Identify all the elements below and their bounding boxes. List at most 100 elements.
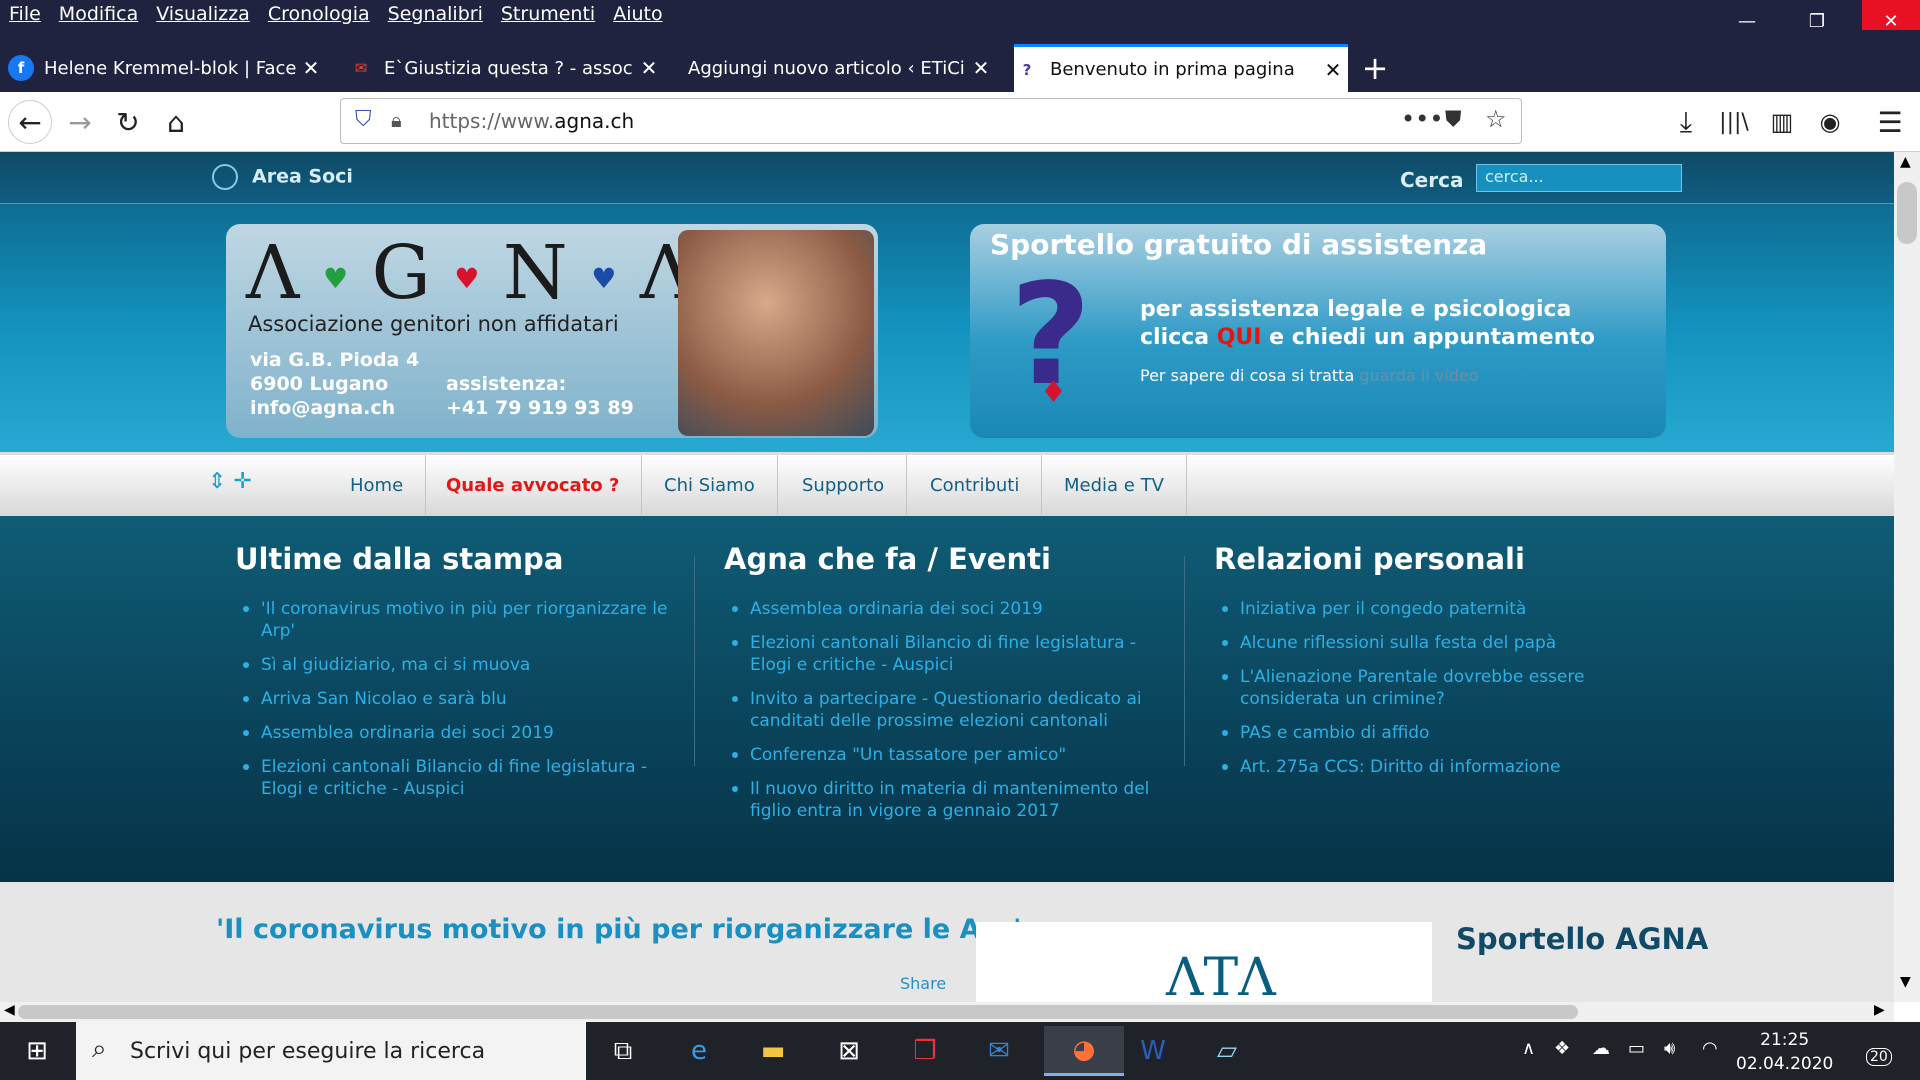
list-item[interactable]: Elezioni cantonali Bilancio di fine legi…	[243, 756, 681, 800]
close-tab-icon[interactable]: ✕	[634, 56, 664, 80]
featured-section: 'Il coronavirus motivo in più per riorga…	[0, 882, 1894, 1002]
logo-subtitle: Associazione genitori non affidatari	[248, 312, 619, 336]
sidebar-button[interactable]: ▥	[1760, 100, 1804, 144]
url-bar[interactable]: ⛉ 🔒︎ https://www.agna.ch ••• ⛊ ☆	[340, 98, 1522, 144]
clock[interactable]: 21:25 02.04.2020	[1736, 1028, 1833, 1076]
tab-agna[interactable]: ? Benvenuto in prima pagina ✕	[1014, 44, 1348, 92]
list-item[interactable]: Conferenza "Un tassatore per amico"	[732, 744, 1170, 766]
tab-facebook[interactable]: f Helene Kremmel-blok | Facebook ✕	[8, 44, 326, 92]
library-button[interactable]: |||\	[1712, 100, 1756, 144]
list-item[interactable]: Art. 275a CCS: Diritto di informazione	[1222, 756, 1660, 778]
scroll-left-icon[interactable]: ◀	[4, 1002, 15, 1018]
dropbox-icon[interactable]: ❖	[1554, 1038, 1570, 1059]
forward-button[interactable]: →	[58, 100, 102, 144]
menu-modifica[interactable]: Modifica	[59, 3, 138, 25]
list-item[interactable]: 'Il coronavirus motivo in più per riorga…	[243, 598, 681, 642]
volume-icon[interactable]: 🔊︎	[1664, 1038, 1675, 1059]
word-button[interactable]: W	[1126, 1026, 1180, 1076]
scroll-down-icon[interactable]: ▼	[1900, 974, 1911, 990]
home-button[interactable]: ⌂	[154, 100, 198, 144]
site-navigation: ⇕ ✛ Home Quale avvocato ? Chi Siamo Supp…	[0, 452, 1894, 516]
list-item[interactable]: Invito a partecipare - Questionario dedi…	[732, 688, 1170, 732]
account-button[interactable]: ◉	[1808, 100, 1852, 144]
menu-aiuto[interactable]: Aiuto	[613, 3, 662, 25]
menu-strumenti[interactable]: Strumenti	[501, 3, 595, 25]
agna-logo-fragment: ΛΤΛ	[1166, 948, 1276, 1002]
taskbar-search[interactable]: ⌕ Scrivi qui per eseguire la ricerca	[76, 1022, 586, 1080]
close-tab-icon[interactable]: ✕	[296, 56, 326, 80]
horizontal-scrollbar[interactable]: ◀ ▶	[0, 1002, 1894, 1022]
nav-media-tv[interactable]: Media e TV	[1042, 455, 1187, 515]
list-item[interactable]: L'Alienazione Parentale dovrebbe essere …	[1222, 666, 1660, 710]
wifi-icon[interactable]: ◠	[1702, 1038, 1718, 1059]
scroll-thumb[interactable]	[1897, 182, 1917, 244]
file-explorer-button[interactable]: ▬	[746, 1026, 800, 1076]
start-button[interactable]: ⊞	[10, 1026, 64, 1076]
close-tab-icon[interactable]: ✕	[966, 56, 996, 80]
video-link[interactable]: guarda il video	[1359, 366, 1478, 385]
tab-eticinfo[interactable]: Aggiungi nuovo articolo ‹ ETiCinfor ✕	[678, 44, 996, 92]
menu-segnalibri[interactable]: Segnalibri	[388, 3, 483, 25]
list-item[interactable]: Sì al giudiziario, ma ci si muova	[243, 654, 681, 676]
menu-file[interactable]: File	[9, 3, 41, 25]
new-tab-button[interactable]: +	[1358, 44, 1392, 92]
list-item[interactable]: Assemblea ordinaria dei soci 2019	[732, 598, 1170, 620]
show-hidden-icons[interactable]: ∧	[1522, 1038, 1535, 1059]
notepad-button[interactable]: ▱	[1200, 1026, 1254, 1076]
featured-article-title[interactable]: 'Il coronavirus motivo in più per riorga…	[216, 914, 1021, 945]
menu-cronologia[interactable]: Cronologia	[268, 3, 370, 25]
vertical-scrollbar[interactable]: ▲ ▼	[1894, 152, 1920, 1002]
nav-chi-siamo[interactable]: Chi Siamo	[642, 455, 778, 515]
sportello-text: per assistenza legale e psicologica clic…	[1140, 296, 1595, 352]
clock-time: 21:25	[1760, 1030, 1810, 1050]
qui-link[interactable]: QUI	[1217, 325, 1262, 350]
tab-gmail[interactable]: ✉ E`Giustizia questa ? - associazio ✕	[348, 44, 664, 92]
firefox-button[interactable]: ◕	[1044, 1026, 1124, 1076]
scroll-right-icon[interactable]: ▶	[1874, 1002, 1885, 1018]
close-tab-icon[interactable]: ✕	[1318, 58, 1348, 82]
list-item[interactable]: Arriva San Nicolao e sarà blu	[243, 688, 681, 710]
menu-visualizza[interactable]: Visualizza	[156, 3, 250, 25]
scroll-up-icon[interactable]: ▲	[1900, 154, 1911, 170]
onedrive-icon[interactable]: ☁	[1592, 1038, 1610, 1059]
scroll-thumb[interactable]	[18, 1005, 1578, 1019]
list-item[interactable]: PAS e cambio di affido	[1222, 722, 1660, 744]
downloads-button[interactable]: ⤓	[1664, 100, 1708, 144]
address-street: via G.B. Pioda 4	[250, 349, 420, 371]
nav-home[interactable]: Home	[328, 455, 427, 515]
edge-button[interactable]: e	[672, 1026, 726, 1076]
area-soci-icon	[212, 164, 238, 190]
nav-supporto[interactable]: Supporto	[780, 455, 908, 515]
battery-icon[interactable]: ▭	[1628, 1038, 1645, 1059]
pocket-icon[interactable]: ⛊	[1445, 107, 1462, 132]
nav-contributi[interactable]: Contributi	[908, 455, 1043, 515]
task-view-button[interactable]: ⧉	[596, 1026, 650, 1076]
mail-button[interactable]: ✉	[972, 1026, 1026, 1076]
shield-icon[interactable]: ⛉	[355, 107, 372, 132]
list-item[interactable]: Iniziativa per il congedo paternità	[1222, 598, 1660, 620]
address: via G.B. Pioda 4 6900 Lugano info@agna.c…	[250, 348, 419, 420]
gift-app-button[interactable]: ❒	[898, 1026, 952, 1076]
address-email[interactable]: info@agna.ch	[250, 396, 419, 420]
list-item[interactable]: Elezioni cantonali Bilancio di fine legi…	[732, 632, 1170, 676]
list-item[interactable]: Assemblea ordinaria dei soci 2019	[243, 722, 681, 744]
site-search-input[interactable]: cerca...	[1476, 164, 1682, 192]
page-actions-icon[interactable]: •••	[1401, 105, 1443, 133]
share-link[interactable]: Share	[900, 974, 946, 993]
tab-strip: f Helene Kremmel-blok | Facebook ✕ ✉ E`G…	[0, 30, 1920, 92]
back-button[interactable]: ←	[8, 100, 52, 144]
navigation-bar: ← → ↻ ⌂ ⛉ 🔒︎ https://www.agna.ch ••• ⛊ ☆…	[0, 92, 1920, 152]
menu-button[interactable]: ☰	[1868, 100, 1912, 144]
store-button[interactable]: ⊠	[822, 1026, 876, 1076]
bookmark-star-icon[interactable]: ☆	[1485, 105, 1507, 133]
reload-button[interactable]: ↻	[106, 100, 150, 144]
list-item[interactable]: Il nuovo diritto in materia di mantenime…	[732, 778, 1170, 822]
area-soci-link[interactable]: Area Soci	[212, 164, 353, 190]
url-text[interactable]: https://www.agna.ch	[429, 109, 634, 133]
reload-icon: ↻	[116, 105, 140, 139]
nav-quale-avvocato[interactable]: Quale avvocato ?	[424, 455, 643, 515]
list-item[interactable]: Alcune riflessioni sulla festa del papà	[1222, 632, 1660, 654]
sportello-banner[interactable]: Sportello gratuito di assistenza ? ♦ per …	[970, 224, 1666, 438]
agna-logo: Λ ♥ G ♥ N ♥ Λ	[246, 230, 693, 316]
lock-icon[interactable]: 🔒︎	[391, 108, 402, 132]
